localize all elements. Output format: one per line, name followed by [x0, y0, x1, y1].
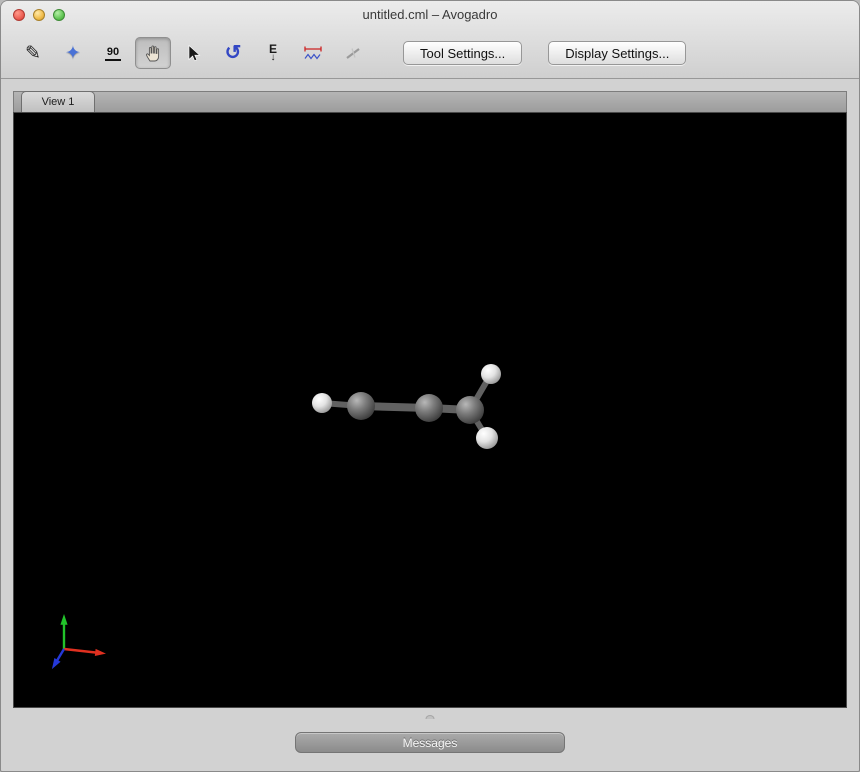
display-settings-button[interactable]: Display Settings...: [548, 41, 686, 65]
pencil-icon: ✎: [25, 44, 41, 63]
measure-angle-icon: 90: [105, 46, 121, 61]
rotate-icon: ↺: [225, 43, 242, 63]
optimize-icon: E ↓: [269, 44, 277, 63]
close-button[interactable]: [13, 9, 25, 21]
bond-centric-tool-button[interactable]: [335, 37, 371, 69]
molecule-render: [14, 113, 847, 707]
navigate-tool-button[interactable]: ✦: [55, 37, 91, 69]
axes-indicator: [48, 611, 108, 671]
window-title: untitled.cml – Avogadro: [363, 7, 498, 22]
traffic-lights: [13, 1, 65, 28]
toolbar: ✎ ✦ 90 ↺: [1, 28, 859, 78]
splitter-handle[interactable]: [426, 715, 435, 719]
avogadro-window: untitled.cml – Avogadro ✎ ✦ 90: [0, 0, 860, 772]
zoom-button[interactable]: [53, 9, 65, 21]
navigate-star-icon: ✦: [65, 44, 81, 63]
messages-button[interactable]: Messages: [295, 732, 565, 753]
bond-centric-icon: [343, 44, 363, 62]
bottom-bar: Messages: [13, 708, 847, 772]
tool-settings-button[interactable]: Tool Settings...: [403, 41, 522, 65]
manipulate-tool-button[interactable]: [135, 37, 171, 69]
workspace: View 1: [1, 79, 859, 772]
tab-view-1[interactable]: View 1: [21, 91, 95, 112]
auto-optimize-tool-button[interactable]: E ↓: [255, 37, 291, 69]
titlebar[interactable]: untitled.cml – Avogadro: [1, 1, 859, 28]
hand-icon: [143, 43, 163, 63]
molecule-viewport[interactable]: [13, 112, 847, 708]
view-tabstrip: View 1: [13, 91, 847, 112]
select-tool-button[interactable]: [175, 37, 211, 69]
measure-tool-button[interactable]: 90: [95, 37, 131, 69]
draw-tool-button[interactable]: ✎: [15, 37, 51, 69]
align-ruler-icon: [302, 45, 324, 61]
window-chrome: untitled.cml – Avogadro ✎ ✦ 90: [1, 1, 859, 79]
cursor-arrow-icon: [183, 43, 203, 63]
minimize-button[interactable]: [33, 9, 45, 21]
align-tool-button[interactable]: [295, 37, 331, 69]
auto-rotate-tool-button[interactable]: ↺: [215, 37, 251, 69]
measure-label: 90: [107, 46, 119, 58]
